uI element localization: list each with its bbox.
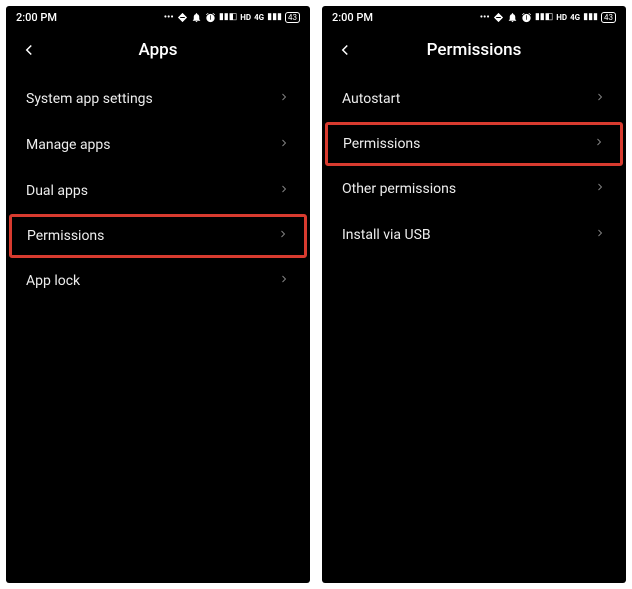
network-4g: 4G: [254, 13, 264, 22]
signal-icon-2: ▮▮▮: [583, 12, 598, 22]
network-badge: HD: [556, 13, 567, 22]
alarm-icon: [521, 12, 532, 23]
page-title: Permissions: [336, 40, 612, 60]
list-item-dual-apps[interactable]: Dual apps: [6, 168, 310, 214]
more-icon: •••: [164, 12, 174, 23]
header: Permissions: [322, 28, 626, 76]
more-icon: •••: [480, 12, 490, 23]
list-item-label: Install via USB: [342, 227, 431, 243]
list-item-label: Permissions: [343, 136, 420, 152]
status-time: 2:00 PM: [332, 11, 373, 24]
status-bar: 2:00 PM ••• ▮▮◧ HD 4G ▮▮▮ 43: [322, 6, 626, 28]
header: Apps: [6, 28, 310, 76]
back-icon: [336, 41, 354, 59]
list-item-label: Autostart: [342, 91, 400, 107]
list-item-manage-apps[interactable]: Manage apps: [6, 122, 310, 168]
chevron-right-icon: [278, 273, 290, 289]
list-item-system-app-settings[interactable]: System app settings: [6, 76, 310, 122]
bell-off-icon: [191, 12, 202, 23]
chevron-right-icon: [278, 183, 290, 199]
phone-screen-permissions: 2:00 PM ••• ▮▮◧ HD 4G ▮▮▮ 43 Permissions…: [322, 6, 626, 583]
dnd-icon: [177, 12, 188, 23]
chevron-right-icon: [594, 227, 606, 243]
signal-icon-2: ▮▮▮: [267, 12, 282, 22]
bell-off-icon: [507, 12, 518, 23]
signal-icon-1: ▮▮◧: [219, 12, 237, 22]
chevron-right-icon: [278, 137, 290, 153]
chevron-right-icon: [278, 91, 290, 107]
battery-icon: 43: [285, 12, 300, 23]
settings-list: System app settings Manage apps Dual app…: [6, 76, 310, 304]
list-item-autostart[interactable]: Autostart: [322, 76, 626, 122]
list-item-label: Manage apps: [26, 137, 111, 153]
chevron-right-icon: [594, 91, 606, 107]
page-title: Apps: [20, 40, 296, 60]
network-4g: 4G: [570, 13, 580, 22]
list-item-label: App lock: [26, 273, 80, 289]
list-item-label: System app settings: [26, 91, 153, 107]
settings-list: Autostart Permissions Other permissions …: [322, 76, 626, 258]
status-icons: ••• ▮▮◧ HD 4G ▮▮▮ 43: [164, 12, 300, 23]
alarm-icon: [205, 12, 216, 23]
back-button[interactable]: [336, 41, 354, 59]
chevron-right-icon: [277, 228, 289, 244]
status-bar: 2:00 PM ••• ▮▮◧ HD 4G ▮▮▮ 43: [6, 6, 310, 28]
dnd-icon: [493, 12, 504, 23]
list-item-permissions[interactable]: Permissions: [325, 122, 623, 166]
phone-screen-apps: 2:00 PM ••• ▮▮◧ HD 4G ▮▮▮ 43 Apps System…: [6, 6, 310, 583]
list-item-label: Dual apps: [26, 183, 88, 199]
battery-icon: 43: [601, 12, 616, 23]
list-item-permissions[interactable]: Permissions: [9, 214, 307, 258]
status-icons: ••• ▮▮◧ HD 4G ▮▮▮ 43: [480, 12, 616, 23]
status-time: 2:00 PM: [16, 11, 57, 24]
chevron-right-icon: [593, 136, 605, 152]
list-item-label: Permissions: [27, 228, 104, 244]
back-icon: [20, 41, 38, 59]
list-item-other-permissions[interactable]: Other permissions: [322, 166, 626, 212]
signal-icon-1: ▮▮◧: [535, 12, 553, 22]
list-item-app-lock[interactable]: App lock: [6, 258, 310, 304]
chevron-right-icon: [594, 181, 606, 197]
network-badge: HD: [240, 13, 251, 22]
list-item-label: Other permissions: [342, 181, 456, 197]
list-item-install-via-usb[interactable]: Install via USB: [322, 212, 626, 258]
back-button[interactable]: [20, 41, 38, 59]
